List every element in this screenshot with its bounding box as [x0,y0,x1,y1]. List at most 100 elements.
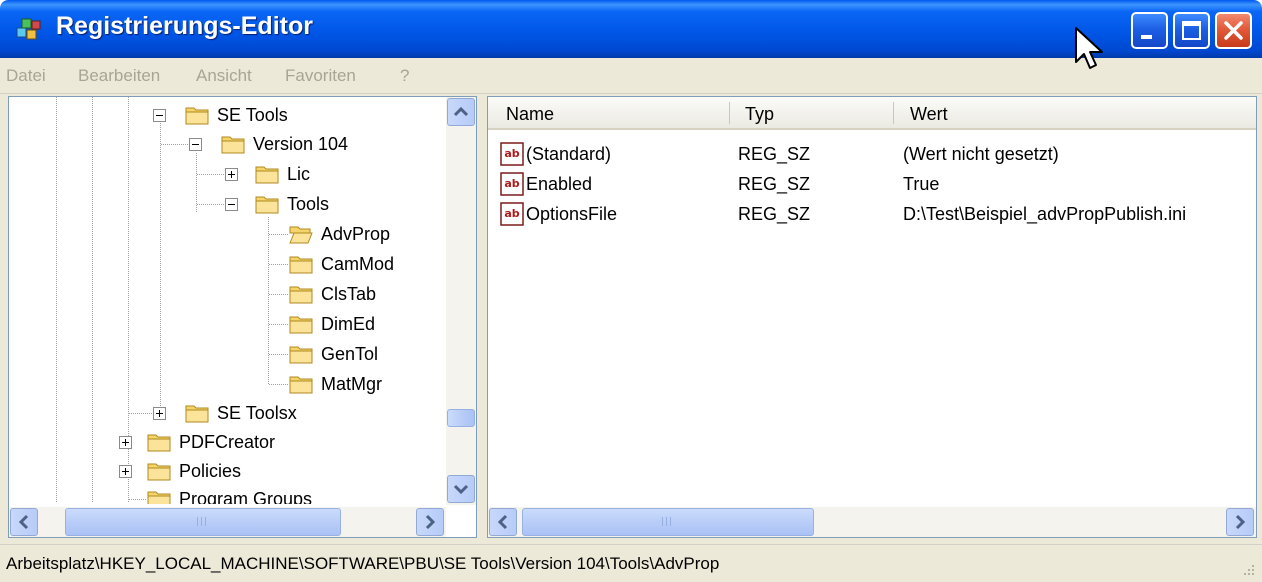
list-horizontal-scrollbar[interactable]: ||| [488,507,1256,537]
minimize-button[interactable] [1131,12,1168,49]
tree-node-label: Program Groups [179,489,313,504]
scroll-right-button[interactable] [416,508,444,536]
column-header-type[interactable]: Typ [745,104,774,125]
values-list-pane[interactable]: Name Typ Wert ab (Standard) REG_SZ (Wert… [487,96,1257,538]
collapse-toggle[interactable] [225,198,238,211]
column-header-value[interactable]: Wert [910,104,948,125]
list-item[interactable]: ab OptionsFile REG_SZ D:\Test\Beispiel_a… [488,200,1228,229]
tree-vertical-scrollbar[interactable] [446,97,476,505]
tree-node-label: GenTol [321,344,379,364]
tree-horizontal-scrollbar[interactable]: ||| [9,507,446,537]
scroll-right-button[interactable] [1226,508,1254,536]
tree-node-matmgr[interactable]: MatMgr [9,370,439,399]
collapse-toggle[interactable] [153,109,166,122]
tree-node-pdfcreator[interactable]: PDFCreator [9,428,439,457]
list-item[interactable]: ab (Standard) REG_SZ (Wert nicht gesetzt… [488,140,1228,169]
column-header-name[interactable]: Name [506,104,554,125]
menu-bearbeiten[interactable]: Bearbeiten [78,66,160,86]
title-bar[interactable]: Registrierungs-Editor [0,0,1262,58]
scroll-thumb[interactable] [447,409,475,427]
menu-help[interactable]: ? [400,66,409,86]
ab-string-icon: ab [500,142,524,166]
value-type: REG_SZ [738,174,811,194]
tree-node-label: Policies [179,461,242,481]
ab-string-icon: ab [500,202,524,226]
tree-node-dimed[interactable]: DimEd [9,310,439,339]
tree-node-label: Tools [287,194,330,214]
folder-icon [185,405,209,423]
grip-icon: ||| [661,517,674,527]
close-button[interactable] [1215,12,1252,49]
tree-connector [197,204,225,205]
tree-node-se-tools[interactable]: SE Tools [9,101,439,130]
menu-bar: Datei Bearbeiten Ansicht Favoriten ? [0,58,1262,94]
maximize-icon [1182,21,1201,40]
value-data: D:\Test\Beispiel_advPropPublish.ini [903,204,1187,224]
close-icon [1224,21,1243,40]
tree-connector [161,144,189,145]
expand-toggle[interactable] [119,436,132,449]
chevron-right-icon [1235,514,1246,530]
svg-text:ab: ab [504,177,519,190]
tree-node-lic[interactable]: Lic [9,160,439,189]
scroll-left-button[interactable] [489,508,517,536]
list-header: Name Typ Wert [488,97,1256,130]
value-type: REG_SZ [738,144,811,164]
menu-datei[interactable]: Datei [6,66,46,86]
tree-node-gentol[interactable]: GenTol [9,340,439,369]
column-separator[interactable] [729,102,730,124]
folder-icon [289,286,313,304]
tree-node-label: DimEd [321,314,376,334]
folder-icon [255,196,279,214]
list-item[interactable]: ab Enabled REG_SZ True [488,170,1228,199]
column-separator[interactable] [893,102,894,124]
registry-tree-pane[interactable]: SE Tools Version 104 Lic Tools AdvProp C… [8,96,477,538]
grip-icon: ||| [196,517,209,527]
scroll-down-button[interactable] [447,475,475,503]
tree-node-cammod[interactable]: CamMod [9,250,439,279]
folder-icon [221,136,245,154]
resize-grip-icon[interactable] [1238,559,1256,577]
scroll-left-button[interactable] [10,508,38,536]
collapse-toggle[interactable] [189,138,202,151]
folder-icon [147,491,171,504]
folder-icon [255,166,279,184]
folder-icon [147,434,171,452]
menu-ansicht[interactable]: Ansicht [196,66,252,86]
value-data: True [903,174,940,194]
tree-connector [269,354,289,355]
tree-node-version-104[interactable]: Version 104 [9,130,439,159]
maximize-button[interactable] [1173,12,1210,49]
value-name: (Standard) [526,144,612,164]
folder-icon [289,316,313,334]
scroll-thumb[interactable]: ||| [65,508,341,536]
tree-node-advprop[interactable]: AdvProp [9,220,439,249]
tree-connector [269,324,289,325]
tree-node-label: SE Toolsx [217,403,297,423]
ab-string-icon: ab [500,172,524,196]
tree-connector [269,234,289,235]
svg-text:ab: ab [504,147,519,160]
status-path: Arbeitsplatz\HKEY_LOCAL_MACHINE\SOFTWARE… [6,554,720,573]
menu-favoriten[interactable]: Favoriten [285,66,356,86]
expand-toggle[interactable] [153,407,166,420]
tree-node-tools[interactable]: Tools [9,190,439,219]
tree-node-clstab[interactable]: ClsTab [9,280,439,309]
minimize-icon [1141,35,1152,39]
expand-toggle[interactable] [225,168,238,181]
tree-connector [269,294,289,295]
registry-editor-icon[interactable] [14,14,44,44]
tree-node-label: ClsTab [321,284,377,304]
tree-node-se-toolsx[interactable]: SE Toolsx [9,399,439,428]
scroll-thumb[interactable]: ||| [522,508,814,536]
folder-icon [289,256,313,274]
folder-icon [289,346,313,364]
scroll-up-button[interactable] [447,98,475,126]
expand-toggle[interactable] [119,465,132,478]
tree-node-program-groups[interactable]: Program Groups [9,485,439,504]
tree-node-label: Lic [287,164,311,184]
tree-connector [197,174,225,175]
svg-text:ab: ab [504,207,519,220]
tree-connector [269,384,289,385]
tree-node-policies[interactable]: Policies [9,457,439,486]
